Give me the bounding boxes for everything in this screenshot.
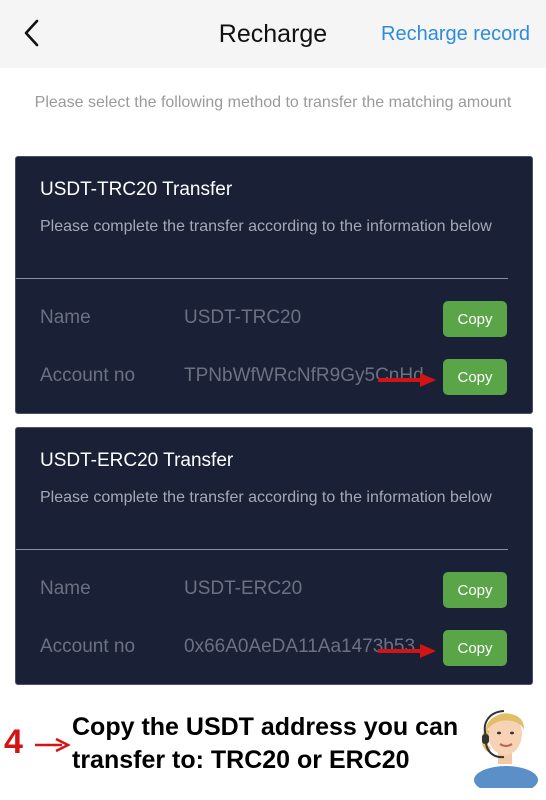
annotation-arrow-icon: [34, 737, 72, 753]
name-label: Name: [40, 307, 91, 328]
copy-account-button[interactable]: Copy: [443, 359, 507, 395]
card-title: USDT-ERC20 Transfer: [40, 450, 234, 471]
step-number: 4: [4, 723, 23, 761]
intro-text: Please select the following method to tr…: [34, 94, 512, 111]
card-description: Please complete the transfer according t…: [40, 218, 492, 235]
support-agent-icon: [468, 700, 540, 794]
copy-name-button[interactable]: Copy: [443, 301, 507, 337]
name-label: Name: [40, 578, 91, 599]
trc20-transfer-card: USDT-TRC20 Transfer Please complete the …: [15, 156, 533, 414]
step-text: Copy the USDT address you can transfer t…: [72, 713, 459, 774]
red-arrow-icon: [376, 373, 438, 387]
account-label: Account no: [40, 365, 136, 386]
card-title: USDT-TRC20 Transfer: [40, 179, 233, 200]
copy-account-button[interactable]: Copy: [443, 630, 507, 666]
card-divider: [16, 278, 508, 279]
instruction-annotation: 4 Copy the USDT address you can transfer…: [0, 695, 546, 800]
red-arrow-icon: [376, 644, 438, 658]
card-divider: [16, 549, 508, 550]
recharge-record-link[interactable]: Recharge record: [381, 23, 530, 46]
card-description: Please complete the transfer according t…: [40, 489, 492, 506]
account-label: Account no: [40, 636, 136, 657]
top-bar: Recharge Recharge record: [0, 0, 546, 68]
erc20-transfer-card: USDT-ERC20 Transfer Please complete the …: [15, 427, 533, 685]
copy-name-button[interactable]: Copy: [443, 572, 507, 608]
name-value: USDT-ERC20: [184, 578, 303, 599]
name-value: USDT-TRC20: [184, 307, 302, 328]
